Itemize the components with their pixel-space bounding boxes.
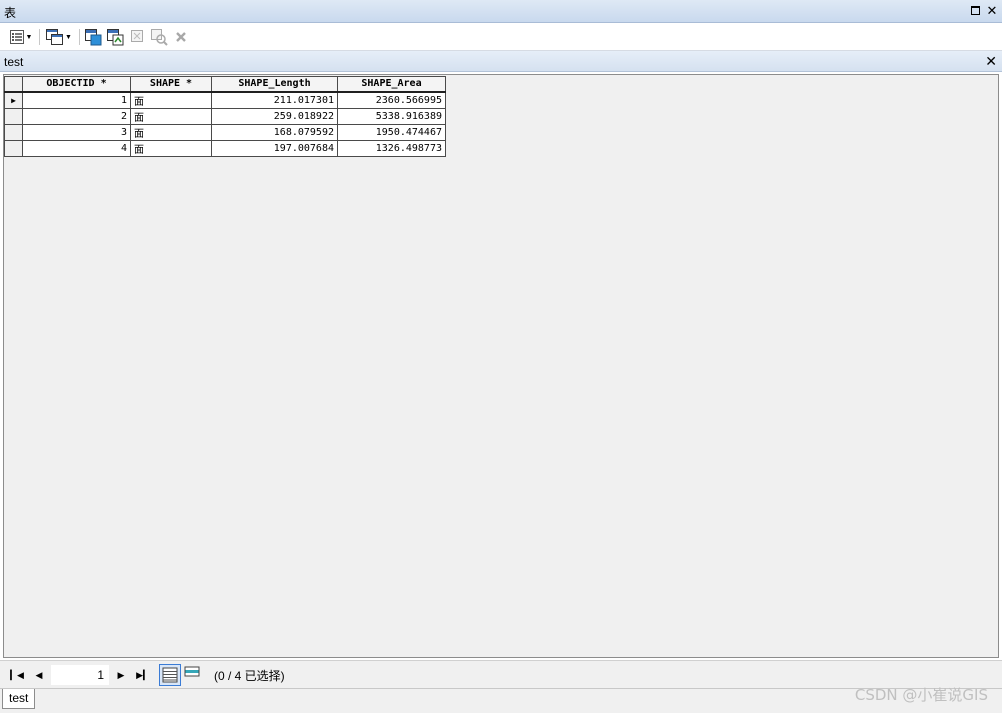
table-toolbar: ▼ ▼ [0,23,1002,51]
show-all-records-button[interactable] [159,664,181,686]
previous-record-icon[interactable]: ◀ [32,668,46,682]
cell-shape-area[interactable]: 2360.566995 [337,91,446,109]
attribute-grid[interactable]: OBJECTID * SHAPE * SHAPE_Length SHAPE_Ar… [3,74,999,658]
table-name: test [4,55,24,69]
switch-selection-button[interactable] [106,27,124,47]
last-record-icon[interactable]: ▶▎ [136,668,150,682]
cell-shape[interactable]: 面 [130,123,212,141]
cell-shape-length[interactable]: 168.079592 [211,123,338,141]
all-records-icon [162,667,178,683]
cell-objectid[interactable]: 2 [22,107,131,125]
chevron-down-icon: ▼ [25,33,33,41]
restore-icon[interactable] [968,3,982,18]
cell-shape-area[interactable]: 5338.916389 [337,107,446,125]
cell-shape-area[interactable]: 1950.474467 [337,123,446,141]
cell-shape[interactable]: 面 [130,107,212,125]
delete-selected-button[interactable] [173,27,189,47]
first-record-icon[interactable]: ▎◀ [10,668,24,682]
cell-shape-length[interactable]: 259.018922 [211,107,338,125]
table-options-icon [9,30,24,44]
record-navigation-bar: ▎◀ ◀ 1 ▶ ▶▎ (0 / 4 已选择) [0,660,1002,688]
toolbar-separator [79,29,80,45]
zoom-to-selected-icon [150,28,168,46]
row-selector[interactable] [4,123,23,141]
next-record-icon[interactable]: ▶ [114,668,128,682]
column-header-shape-area[interactable]: SHAPE_Area [337,76,446,93]
select-by-attributes-button[interactable] [84,27,102,47]
attribute-table: OBJECTID * SHAPE * SHAPE_Length SHAPE_Ar… [4,76,446,157]
header-row: OBJECTID * SHAPE * SHAPE_Length SHAPE_Ar… [4,76,446,93]
table-tab-header: test ✕ [0,51,1002,72]
related-tables-button[interactable]: ▼ [44,27,74,47]
select-all-cell[interactable] [4,76,23,93]
cell-shape-length[interactable]: 211.017301 [211,91,338,109]
zoom-to-selected-button[interactable] [150,27,168,47]
related-tables-icon [46,29,64,45]
column-header-shape-length[interactable]: SHAPE_Length [211,76,338,93]
selection-count: (0 / 4 已选择) [214,669,285,683]
cell-objectid[interactable]: 4 [22,139,131,157]
show-selected-records-button[interactable] [182,664,204,686]
clear-selection-icon [131,30,143,42]
bottom-tab-strip: test [0,688,1002,713]
column-header-shape[interactable]: SHAPE * [130,76,212,93]
tab-test[interactable]: test [2,689,36,709]
column-header-objectid[interactable]: OBJECTID * [22,76,131,93]
close-window-icon[interactable]: ✕ [985,3,999,18]
cell-shape[interactable]: 面 [130,91,212,109]
switch-selection-icon [106,28,123,45]
cell-objectid[interactable]: 3 [22,123,131,141]
window-title: 表 [4,6,17,20]
close-table-icon[interactable]: ✕ [985,53,997,70]
select-by-attributes-icon [84,28,101,45]
cell-objectid[interactable]: 1 [22,91,131,109]
table-row[interactable]: 3 面 168.079592 1950.474467 [4,123,446,141]
current-row-arrow-icon[interactable]: ▶ [4,91,23,109]
cell-shape-length[interactable]: 197.007684 [211,139,338,157]
watermark: CSDN @小崔说GIS [854,686,988,704]
clear-selection-button[interactable] [130,27,146,47]
selected-records-icon [184,666,200,677]
table-row[interactable]: 4 面 197.007684 1326.498773 [4,139,446,157]
cell-shape[interactable]: 面 [130,139,212,157]
cell-shape-area[interactable]: 1326.498773 [337,139,446,157]
table-options-button[interactable]: ▼ [6,27,36,47]
row-selector[interactable] [4,139,23,157]
table-row[interactable]: ▶ 1 面 211.017301 2360.566995 [4,91,446,109]
delete-selected-icon [176,32,186,42]
toolbar-separator [39,29,40,45]
current-record-input[interactable]: 1 [51,665,109,685]
table-row[interactable]: 2 面 259.018922 5338.916389 [4,107,446,125]
row-selector[interactable] [4,107,23,125]
window-title-bar: 表 ✕ [0,0,1002,23]
chevron-down-icon: ▼ [65,33,72,41]
